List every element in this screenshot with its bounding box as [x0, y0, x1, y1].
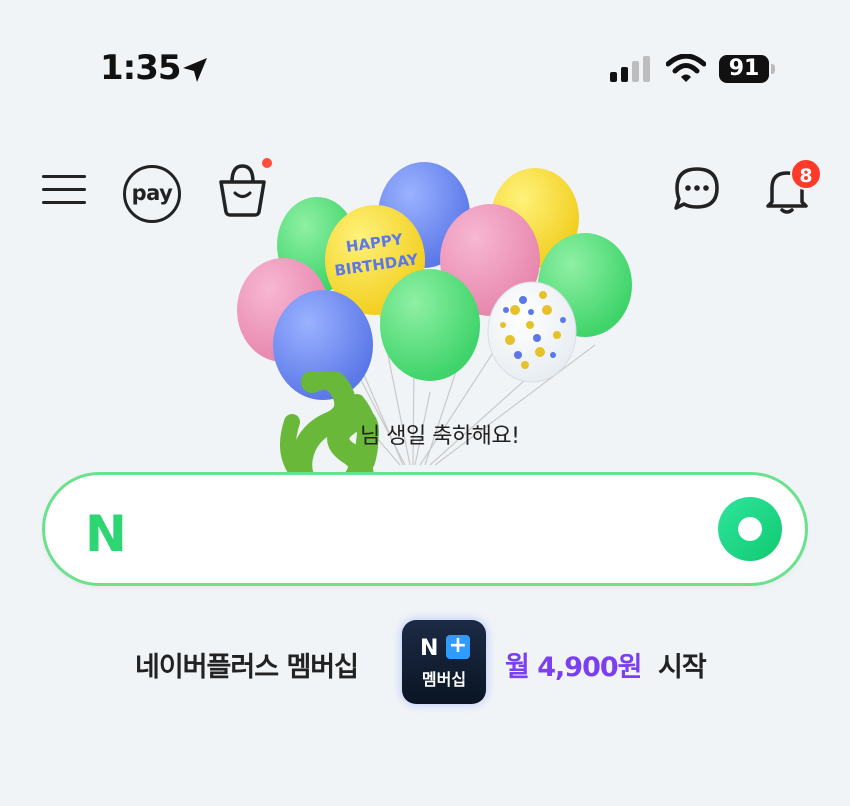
- pay-button[interactable]: pay: [123, 165, 181, 223]
- battery-indicator: 91: [719, 55, 769, 83]
- battery-nub: [771, 64, 775, 74]
- birthday-greeting: 님 생일 축하해요!: [360, 424, 520, 449]
- membership-start-text[interactable]: 시작: [658, 645, 707, 684]
- chat-bubble-icon[interactable]: [672, 164, 722, 214]
- wifi-icon: [666, 54, 706, 82]
- membership-price[interactable]: 월 4,900원: [505, 645, 642, 684]
- membership-label[interactable]: 네이버플러스 멤버십: [135, 645, 359, 684]
- badge-n-letter: N: [420, 636, 439, 661]
- location-arrow-icon: [183, 58, 207, 82]
- status-time: 1:35: [100, 48, 182, 88]
- naver-logo: N: [85, 505, 127, 563]
- membership-badge[interactable]: [402, 620, 486, 704]
- badge-label: 멤버십: [421, 670, 467, 689]
- notification-count-badge: 8: [790, 158, 822, 190]
- green-dot-icon: [738, 517, 762, 541]
- badge-plus-icon: +: [446, 635, 470, 659]
- search-input[interactable]: [160, 500, 704, 562]
- cellular-signal-icon: [610, 56, 650, 82]
- hamburger-menu-icon[interactable]: [40, 165, 88, 213]
